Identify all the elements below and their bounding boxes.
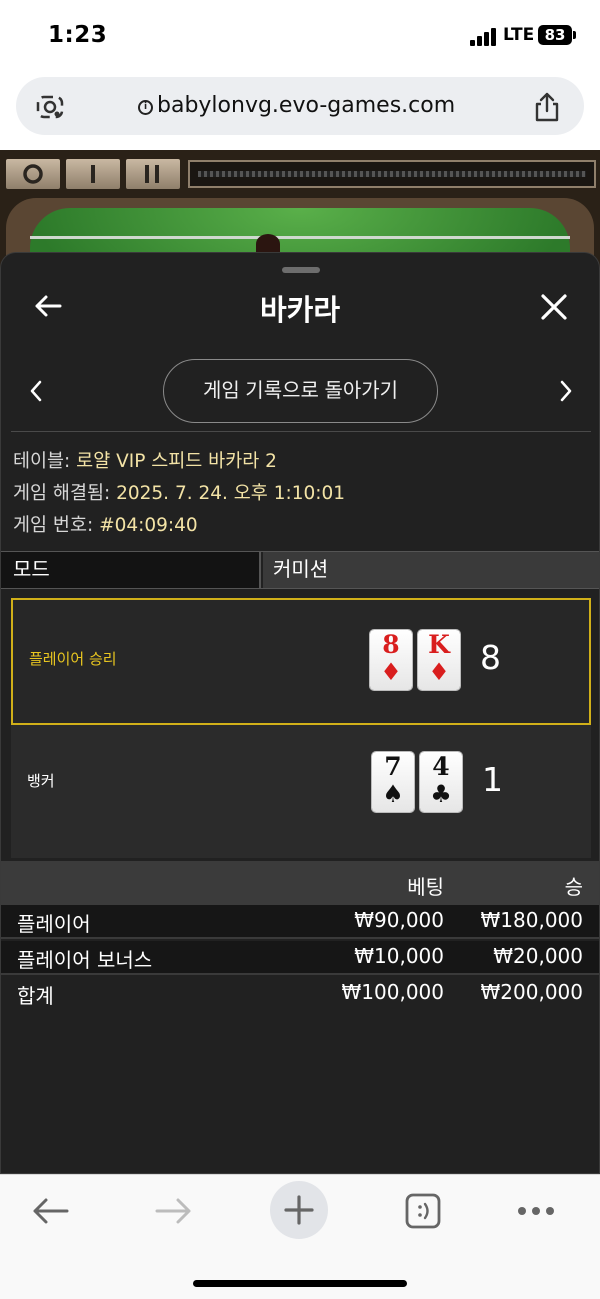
back-to-history-button[interactable]: 게임 기록으로 돌아가기 xyxy=(163,359,438,423)
battery-tip xyxy=(573,31,576,39)
battery-icon: 83 xyxy=(538,25,572,45)
card-rank: 4 xyxy=(432,752,450,781)
road-button-i[interactable] xyxy=(66,159,120,189)
club-suit-icon: ♣ xyxy=(430,780,452,808)
win-amount: ₩180,000 xyxy=(480,908,583,932)
url-text[interactable]: babylonvg.evo-games.com xyxy=(157,93,455,118)
tabs-icon[interactable] xyxy=(404,1192,442,1230)
info-game-number-value: #04:09:40 xyxy=(93,515,198,536)
player-result-label: 플레이어 승리 xyxy=(29,650,117,668)
divider xyxy=(11,431,591,432)
playing-card: 7 ♠ xyxy=(372,752,414,812)
banker-score: 1 xyxy=(482,760,503,799)
dealer-figure xyxy=(256,234,280,254)
info-resolved-value: 2025. 7. 24. 오후 1:10:01 xyxy=(110,483,346,504)
diamond-suit-icon: ♦ xyxy=(428,658,450,686)
back-icon[interactable] xyxy=(30,1195,70,1227)
info-game-number-label: 게임 번호: xyxy=(13,515,94,536)
info-resolved: 게임 해결됨: 2025. 7. 24. 오후 1:10:01 xyxy=(13,479,345,505)
more-icon[interactable] xyxy=(516,1205,556,1217)
total-row: 합계 ₩100,000 ₩200,000 xyxy=(1,977,599,1011)
network-type: LTE xyxy=(503,25,535,45)
browser-url-area: i babylonvg.evo-games.com xyxy=(0,72,600,150)
mode-row: 모드 커미션 xyxy=(1,551,599,589)
banker-result-label: 뱅커 xyxy=(27,772,55,790)
playing-card: 4 ♣ xyxy=(420,752,462,812)
sheet-grabber[interactable] xyxy=(282,267,320,273)
info-game-number: 게임 번호: #04:09:40 xyxy=(13,511,198,537)
signal-icon xyxy=(470,28,498,46)
playing-card: K ♦ xyxy=(418,630,460,690)
bet-amount: ₩90,000 xyxy=(354,908,444,932)
info-table-value: 로얄 VIP 스피드 바카라 2 xyxy=(70,451,277,472)
close-icon[interactable] xyxy=(539,292,569,322)
road-button-o[interactable] xyxy=(6,159,60,189)
road-button-ii[interactable] xyxy=(126,159,180,189)
bet-name: 플레이어 xyxy=(17,912,91,936)
panel-title: 바카라 xyxy=(259,293,341,327)
bet-amount: ₩10,000 xyxy=(354,944,444,968)
new-tab-button[interactable] xyxy=(270,1181,328,1239)
win-column-header: 승 xyxy=(564,875,583,899)
share-icon[interactable] xyxy=(532,91,562,123)
status-bar: 1:23 LTE 83 xyxy=(0,0,600,72)
info-table-label: 테이블: xyxy=(13,451,71,472)
card-rank: 7 xyxy=(384,752,402,781)
banker-result-row: 뱅커 7 ♠ 4 ♣ 1 xyxy=(11,728,591,858)
plus-icon xyxy=(284,1195,314,1225)
info-icon[interactable]: i xyxy=(138,100,153,115)
forward-icon[interactable] xyxy=(154,1195,194,1227)
total-win-amount: ₩200,000 xyxy=(480,980,583,1004)
bets-table-header: 베팅 승 xyxy=(1,861,599,905)
table-row: 플레이어 보너스 ₩10,000 ₩20,000 xyxy=(1,941,599,975)
url-bar[interactable]: i babylonvg.evo-games.com xyxy=(16,77,584,135)
result-box: 플레이어 승리 8 ♦ K ♦ 8 뱅커 7 ♠ 4 ♣ 1 xyxy=(11,598,591,858)
total-bet-amount: ₩100,000 xyxy=(341,980,444,1004)
bet-name: 플레이어 보너스 xyxy=(17,948,153,972)
lens-icon[interactable] xyxy=(36,93,64,119)
win-amount: ₩20,000 xyxy=(493,944,583,968)
info-resolved-label: 게임 해결됨: xyxy=(13,483,111,504)
player-result-row: 플레이어 승리 8 ♦ K ♦ 8 xyxy=(11,598,591,725)
status-time: 1:23 xyxy=(48,22,108,48)
mode-label: 모드 xyxy=(1,552,261,588)
table-rail xyxy=(30,236,570,239)
bet-column-header: 베팅 xyxy=(407,875,444,899)
player-score: 8 xyxy=(480,638,501,677)
info-table: 테이블: 로얄 VIP 스피드 바카라 2 xyxy=(13,447,277,473)
card-rank: K xyxy=(428,630,450,659)
home-indicator xyxy=(193,1280,407,1287)
game-detail-panel: 바카라 게임 기록으로 돌아가기 테이블: 로얄 VIP 스피드 바카라 2 게… xyxy=(0,252,600,1174)
table-row: 플레이어 ₩90,000 ₩180,000 xyxy=(1,905,599,939)
chevron-left-icon[interactable] xyxy=(27,379,45,403)
chevron-right-icon[interactable] xyxy=(557,379,575,403)
playing-card: 8 ♦ xyxy=(370,630,412,690)
card-rank: 8 xyxy=(382,630,400,659)
mode-value: 커미션 xyxy=(263,552,599,588)
roadmap-strip xyxy=(188,160,596,188)
spade-suit-icon: ♠ xyxy=(382,780,404,808)
browser-toolbar xyxy=(0,1174,600,1299)
total-label: 합계 xyxy=(17,984,54,1008)
diamond-suit-icon: ♦ xyxy=(380,658,402,686)
